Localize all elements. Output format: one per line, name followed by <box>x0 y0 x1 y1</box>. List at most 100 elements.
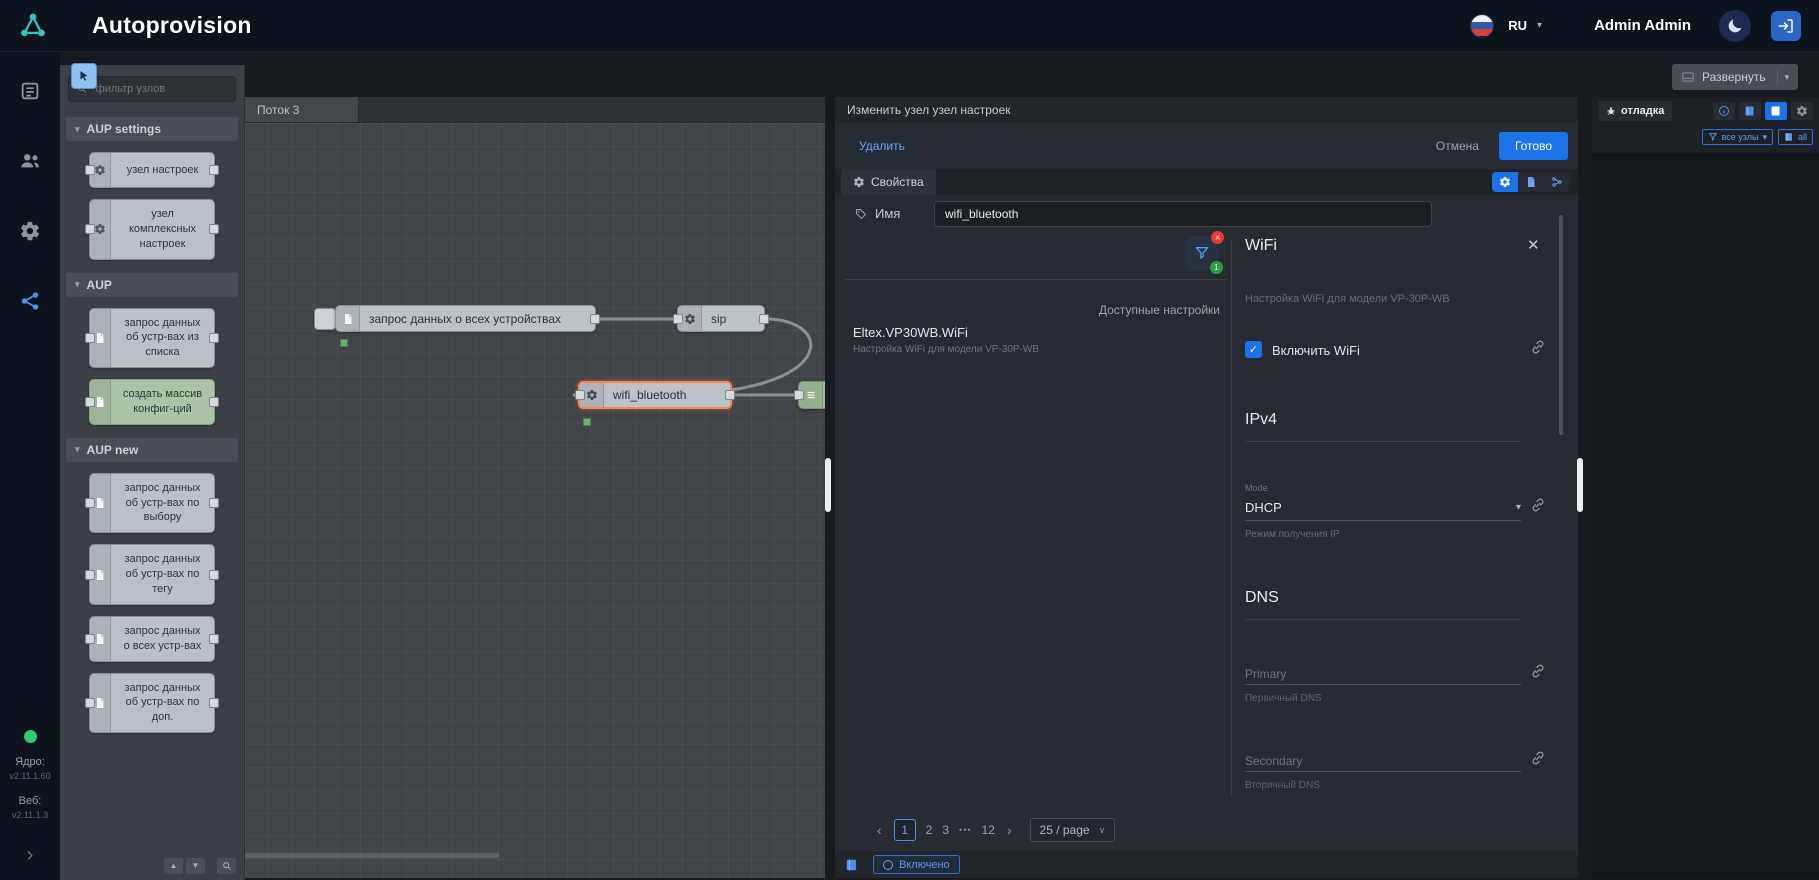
pagination-next-button[interactable]: › <box>1005 822 1014 838</box>
debug-tab[interactable]: отладка <box>1598 101 1672 121</box>
palette-node[interactable]: запрос данных об устр-вах из списка <box>89 308 215 369</box>
pagination-page-3[interactable]: 3 <box>942 823 949 837</box>
node-input-port[interactable] <box>85 224 95 234</box>
clear-filter-badge[interactable]: ✕ <box>1211 231 1224 244</box>
palette-node[interactable]: узел настроек <box>89 152 215 188</box>
palette-node[interactable]: запрос данных об устр-вах по выбору <box>89 473 215 534</box>
cancel-button[interactable]: Отмена <box>1426 132 1489 160</box>
filter-settings-button[interactable]: ✕ 1 <box>1185 236 1219 270</box>
node-output-port[interactable] <box>209 498 219 508</box>
expand-rail-button[interactable]: › <box>21 843 40 868</box>
node-input-port[interactable] <box>85 397 95 407</box>
name-input[interactable] <box>934 201 1432 227</box>
sidebar-item-settings[interactable] <box>19 220 41 242</box>
sidebar-item-forms[interactable] <box>19 80 41 102</box>
pagination-page-12[interactable]: 12 <box>982 823 995 837</box>
sidebar-item-flows[interactable] <box>19 290 41 312</box>
node-input-port[interactable] <box>575 390 585 400</box>
appearance-view-button[interactable] <box>1544 172 1570 192</box>
theme-toggle-button[interactable] <box>1719 10 1751 42</box>
node-output-port[interactable] <box>725 390 735 400</box>
palette-category-aup[interactable]: ▾ AUP <box>66 273 238 297</box>
mode-select[interactable]: DHCP ▾ <box>1245 495 1521 521</box>
flow-tab-potok-3[interactable]: Поток 3 <box>245 97 359 122</box>
section-dns: DNS <box>1245 589 1279 607</box>
node-output-port[interactable] <box>209 333 219 343</box>
palette-search-input[interactable] <box>94 82 227 96</box>
node-output-port[interactable] <box>209 634 219 644</box>
debug-toolbar <box>1713 102 1813 120</box>
palette-scroll-down-button[interactable]: ▼ <box>186 858 205 874</box>
node-output-port[interactable] <box>209 397 219 407</box>
info-button[interactable] <box>1713 102 1735 120</box>
debug-filter-select[interactable]: все узлы ▾ <box>1702 129 1773 145</box>
flow-node-array[interactable] <box>798 381 825 409</box>
node-input-port[interactable] <box>85 570 95 580</box>
inject-button-node[interactable] <box>314 308 336 330</box>
panel-splitter-handle[interactable] <box>1577 458 1583 512</box>
primary-dns-input[interactable] <box>1245 663 1521 685</box>
panel-splitter-handle[interactable] <box>825 458 831 512</box>
flow-node-query[interactable]: запрос данных о всех устройствах <box>335 305 596 332</box>
russia-flag-icon[interactable] <box>1470 14 1494 38</box>
zoom-search-button[interactable] <box>217 858 236 874</box>
delete-button[interactable]: Удалить <box>845 132 919 160</box>
palette-node[interactable]: создать массив конфиг-ций <box>89 379 215 425</box>
node-output-port[interactable] <box>209 224 219 234</box>
palette-scroll-up-button[interactable]: ▲ <box>164 858 183 874</box>
node-input-port[interactable] <box>794 390 804 400</box>
language-label[interactable]: RU <box>1508 18 1527 33</box>
pagination-page-1[interactable]: 1 <box>894 819 916 841</box>
node-output-port[interactable] <box>209 698 219 708</box>
help-button[interactable] <box>1739 102 1761 120</box>
node-output-port[interactable] <box>209 165 219 175</box>
palette-category-aup-new[interactable]: ▾ AUP new <box>66 438 238 462</box>
sidebar-item-users[interactable] <box>19 150 41 172</box>
canvas-horizontal-scrollbar[interactable] <box>245 853 499 858</box>
node-output-port[interactable] <box>209 570 219 580</box>
link-icon[interactable] <box>1530 497 1546 513</box>
pagination-prev-button[interactable]: ‹ <box>875 822 884 838</box>
node-input-port[interactable] <box>85 165 95 175</box>
detail-scrollbar[interactable] <box>1559 215 1563 435</box>
palette-node[interactable]: запрос данных о всех устр-вах <box>89 616 215 662</box>
pagination-ellipsis[interactable]: ••• <box>959 825 971 835</box>
node-output-port[interactable] <box>590 314 600 324</box>
expand-button[interactable]: Развернуть ▾ <box>1672 64 1798 90</box>
settings-list-item[interactable]: Eltex.VP30WB.WiFi Настройка WiFi для мод… <box>853 325 1039 355</box>
secondary-dns-input[interactable] <box>1245 750 1521 772</box>
canvas-grid[interactable]: запрос данных о всех устройствах sip wif… <box>245 123 825 878</box>
debug-messages-button[interactable] <box>1765 102 1787 120</box>
link-icon[interactable] <box>1530 750 1546 766</box>
node-input-port[interactable] <box>85 333 95 343</box>
pointer-tool-button[interactable] <box>71 63 97 89</box>
close-icon[interactable]: ✕ <box>1521 235 1546 255</box>
node-input-port[interactable] <box>85 498 95 508</box>
flow-node-sip[interactable]: sip <box>677 305 765 332</box>
palette-node[interactable]: запрос данных об устр-вах по тегу <box>89 544 215 605</box>
page-size-select[interactable]: 25 / page ∨ <box>1030 818 1116 842</box>
link-icon[interactable] <box>1530 663 1546 679</box>
chevron-down-icon[interactable]: ▾ <box>1537 20 1542 31</box>
docs-button[interactable] <box>845 858 859 872</box>
logout-button[interactable] <box>1771 11 1801 41</box>
debug-all-button[interactable]: all <box>1778 129 1813 145</box>
node-output-port[interactable] <box>759 314 769 324</box>
enabled-toggle[interactable]: Включено <box>873 855 960 874</box>
debug-settings-button[interactable] <box>1791 102 1813 120</box>
palette-category-aup-settings[interactable]: ▾ AUP settings <box>66 117 238 141</box>
tab-properties[interactable]: Свойства <box>841 169 936 195</box>
node-input-port[interactable] <box>85 698 95 708</box>
palette-node[interactable]: узел комплексных настроек <box>89 199 215 260</box>
pagination-page-2[interactable]: 2 <box>926 823 933 837</box>
debug-message-list[interactable] <box>1592 153 1819 878</box>
properties-view-button[interactable] <box>1492 172 1518 192</box>
enable-wifi-checkbox[interactable]: ✓ <box>1245 341 1262 358</box>
node-input-port[interactable] <box>85 634 95 644</box>
done-button[interactable]: Готово <box>1499 132 1568 160</box>
link-icon[interactable] <box>1530 339 1546 355</box>
node-input-port[interactable] <box>673 314 683 324</box>
palette-node[interactable]: запрос данных об устр-вах по доп. <box>89 673 215 734</box>
flow-node-wifi-bluetooth[interactable]: wifi_bluetooth <box>578 381 732 409</box>
description-view-button[interactable] <box>1518 172 1544 192</box>
